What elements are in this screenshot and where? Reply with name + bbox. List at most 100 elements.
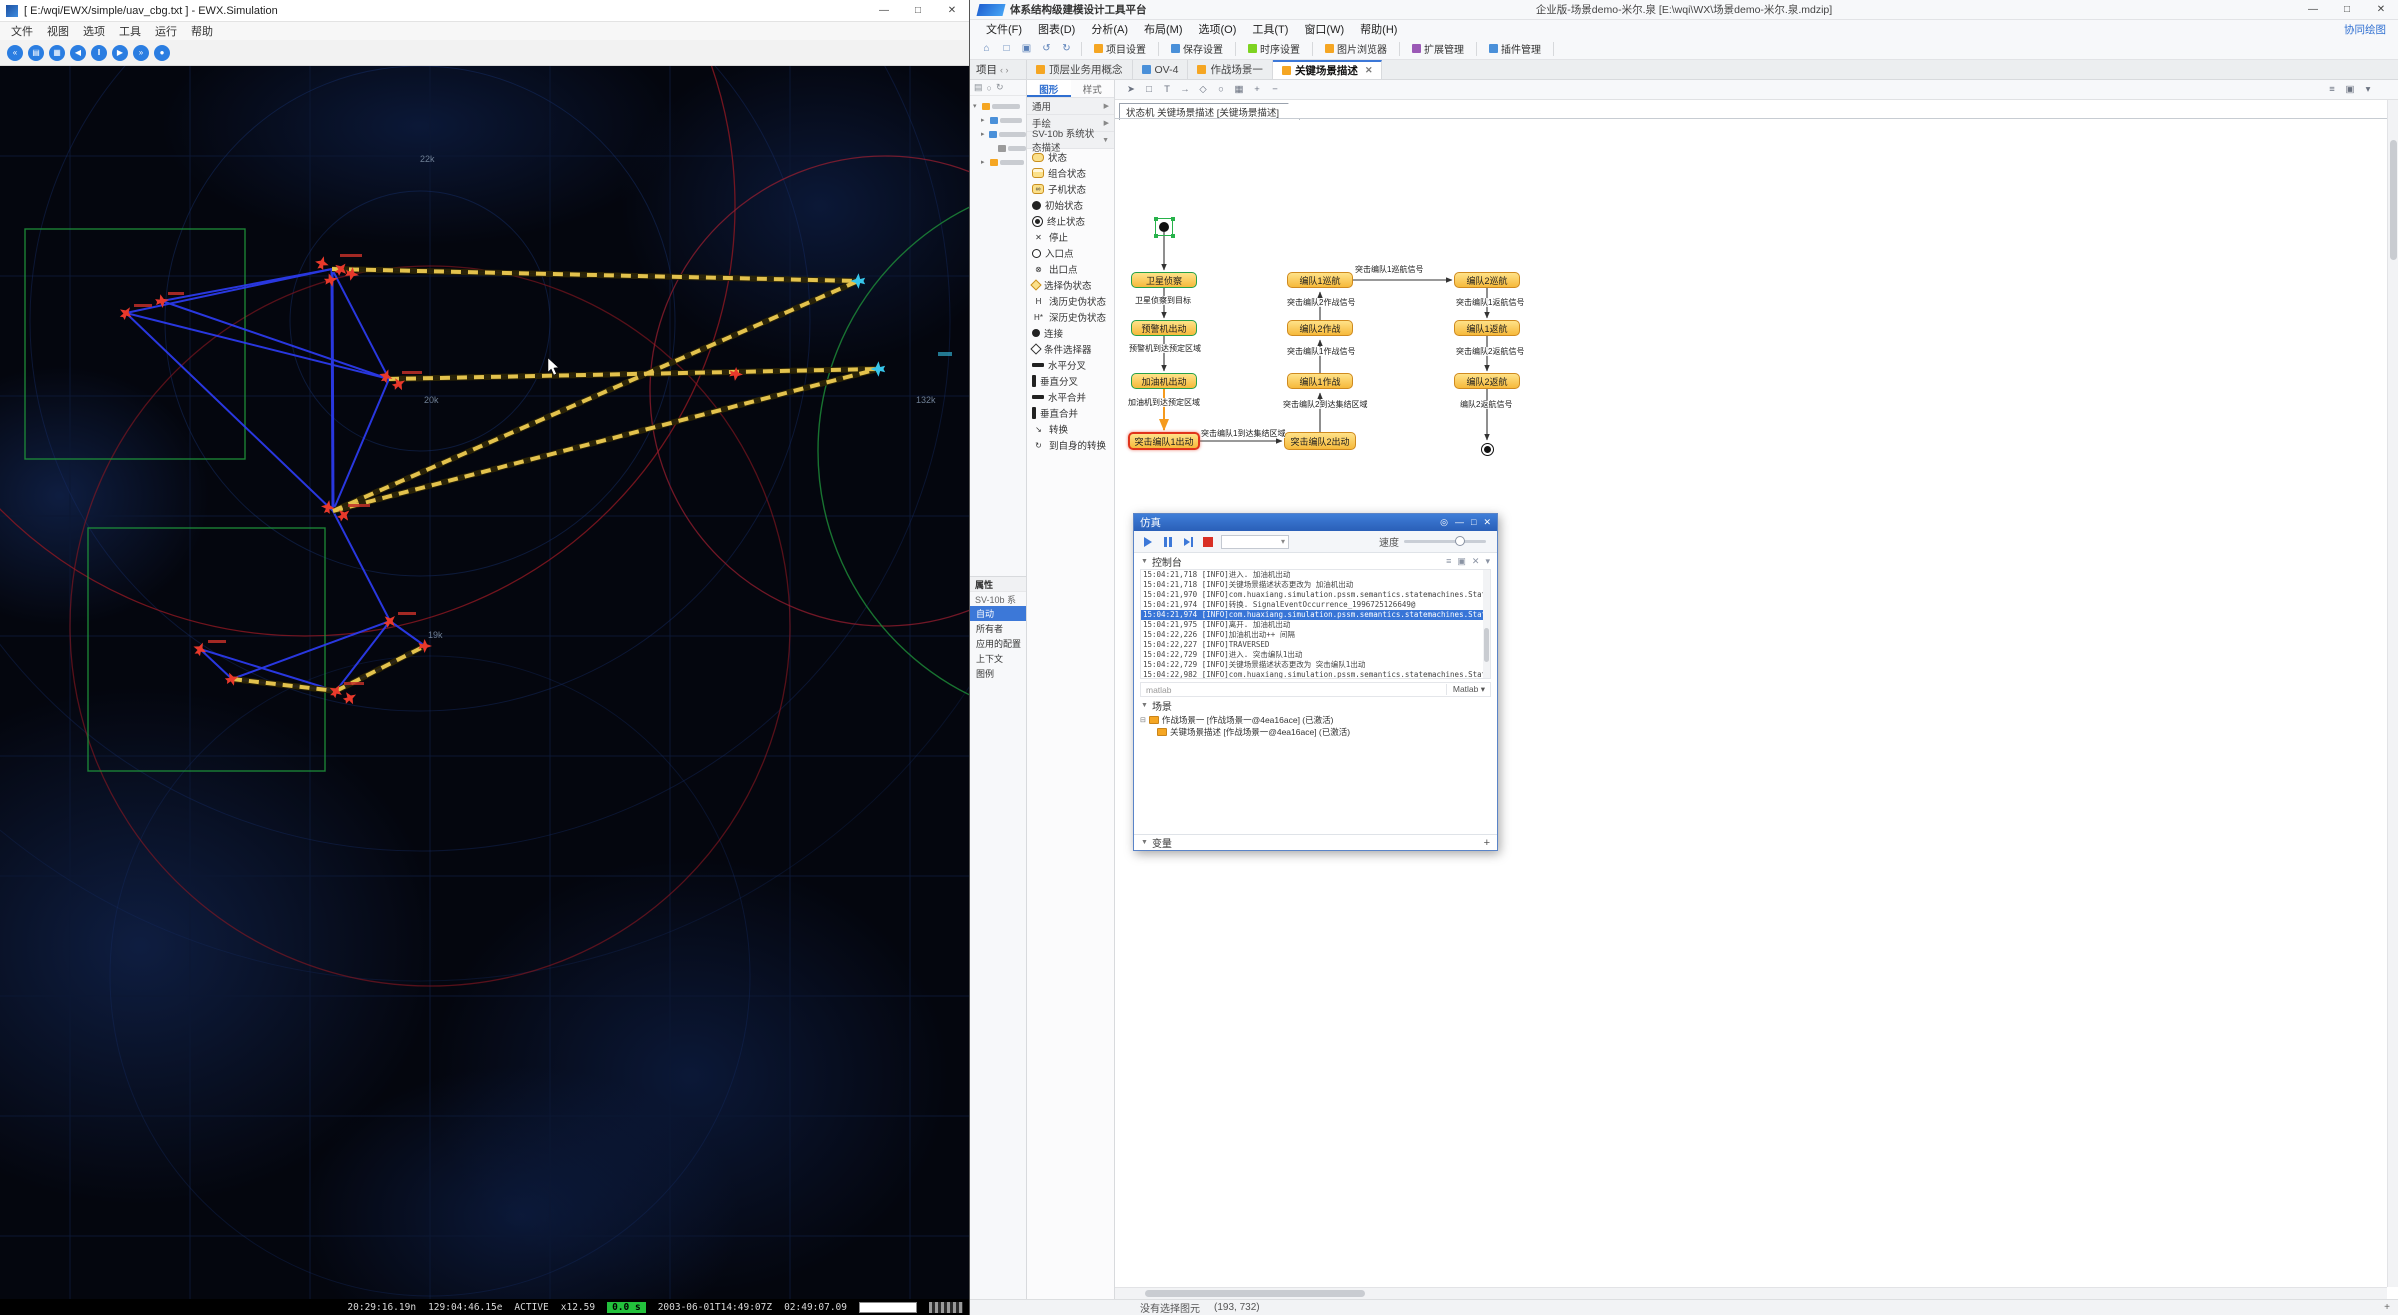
- doc-tab-3[interactable]: 关键场景描述 ✕: [1272, 60, 1383, 79]
- fast-forward-icon[interactable]: »: [133, 44, 149, 61]
- property-tab-1[interactable]: 所有者: [970, 621, 1026, 636]
- console-line[interactable]: 15:04:21,974 [INFO]com.huaxiang.simulati…: [1141, 610, 1490, 620]
- console-line[interactable]: 15:04:22,729 [INFO]关键场景描述状态更改为 突击编队1出动: [1141, 660, 1490, 670]
- menu-item[interactable]: 分析(A): [1083, 21, 1136, 37]
- palette-item-shallow-history[interactable]: H 浅历史伪状态: [1027, 293, 1114, 309]
- expander-icon[interactable]: ▾: [973, 102, 980, 110]
- diamond-tool-icon[interactable]: ◇: [1195, 82, 1211, 98]
- palette-item-exit-point[interactable]: ⊗ 出口点: [1027, 261, 1114, 277]
- tree-node-3[interactable]: [970, 141, 1026, 155]
- palette-item-choice[interactable]: 选择伪状态: [1027, 277, 1114, 293]
- status-add-icon[interactable]: +: [2384, 1302, 2398, 1313]
- menu-item[interactable]: 工具: [112, 23, 148, 39]
- property-tab-2[interactable]: 应用的配置: [970, 636, 1026, 651]
- menu-item[interactable]: 窗口(W): [1296, 21, 1352, 37]
- palette-item-fork-h[interactable]: 水平分叉: [1027, 357, 1114, 373]
- search-icon[interactable]: ○: [987, 83, 992, 93]
- console-line[interactable]: 15:04:22,729 [INFO]进入. 突击编队1出动: [1141, 650, 1490, 660]
- palette-item-condition[interactable]: 条件选择器: [1027, 341, 1114, 357]
- console-line[interactable]: 15:04:21,718 [INFO]进入. 加油机出动: [1141, 570, 1490, 580]
- sim-titlebar[interactable]: 仿真 ◎ — □ ✕: [1134, 514, 1497, 531]
- state-3[interactable]: 加油机出动: [1131, 373, 1197, 389]
- canvas-horizontal-scrollbar[interactable]: [1115, 1287, 2387, 1299]
- sim-step-icon[interactable]: [1181, 535, 1195, 549]
- close-icon[interactable]: ✕: [935, 0, 969, 22]
- palette-item-final[interactable]: 终止状态: [1027, 213, 1114, 229]
- property-tab-4[interactable]: 图例: [970, 666, 1026, 681]
- console-log[interactable]: 15:04:21,718 [INFO]进入. 加油机出动 15:04:21,718…: [1140, 569, 1491, 679]
- toolbar-icon-2[interactable]: ▣: [1018, 40, 1035, 57]
- palette-section[interactable]: SV-10b 系统状态描述 ▼: [1027, 129, 1114, 154]
- toolbar-icon-4[interactable]: ↻: [1058, 40, 1075, 57]
- zoom-out-icon[interactable]: −: [1267, 82, 1283, 98]
- maximize-icon[interactable]: □: [2330, 0, 2364, 21]
- play-icon[interactable]: ▶: [112, 44, 128, 61]
- expander-icon[interactable]: ▸: [981, 130, 987, 138]
- menu-item[interactable]: 布局(M): [1136, 21, 1191, 37]
- palette-tab-1[interactable]: 样式: [1071, 80, 1115, 97]
- state-10[interactable]: 编队1返航: [1454, 320, 1520, 336]
- expander-icon[interactable]: ▸: [981, 158, 988, 166]
- zoom-in-icon[interactable]: +: [1249, 82, 1265, 98]
- console-export-icon[interactable]: ▣: [1457, 556, 1466, 567]
- console-section-header[interactable]: ▼ 控制台 ≡ ▣ ✕ ▾: [1134, 553, 1497, 569]
- palette-item-entry-point[interactable]: 入口点: [1027, 245, 1114, 261]
- tree-node-4[interactable]: ▸: [970, 155, 1026, 169]
- scene-tree[interactable]: ⊟ 作战场景一 [作战场景一@4ea16ace] (已激活) 关键场景描述 [作战场…: [1134, 713, 1497, 739]
- state-8[interactable]: 突击编队2出动: [1284, 432, 1356, 450]
- console-scrollbar[interactable]: [1483, 570, 1490, 678]
- layout-icon[interactable]: ≡: [2324, 82, 2340, 98]
- menu-item[interactable]: 帮助(H): [1352, 21, 1405, 37]
- project-panel-header[interactable]: 项目 ‹ ›: [970, 60, 1027, 79]
- scene-tree-node-1[interactable]: 关键场景描述 [作战场景一@4ea16ace] (已激活): [1134, 726, 1497, 738]
- toolbar-icon-3[interactable]: ↺: [1038, 40, 1055, 57]
- scene-section-header[interactable]: ▼ 场景: [1134, 697, 1497, 713]
- property-tab-0[interactable]: 自动: [970, 606, 1026, 621]
- circle-tool-icon[interactable]: ○: [1213, 82, 1229, 98]
- palette-item-fork-v[interactable]: 垂直分叉: [1027, 373, 1114, 389]
- console-line[interactable]: 15:04:22,227 [INFO]TRAVERSED: [1141, 640, 1490, 650]
- state-9[interactable]: 编队2巡航: [1454, 272, 1520, 288]
- text-tool-icon[interactable]: T: [1159, 82, 1175, 98]
- scene-tree-node-0[interactable]: ⊟ 作战场景一 [作战场景一@4ea16ace] (已激活): [1134, 714, 1497, 726]
- collab-menu-item[interactable]: 协同绘图: [2344, 22, 2398, 37]
- canvas-vertical-scrollbar[interactable]: [2387, 100, 2398, 1287]
- pause-icon[interactable]: ‖: [91, 44, 107, 61]
- record-icon[interactable]: ●: [154, 44, 170, 61]
- console-line[interactable]: 15:04:21,970 [INFO]com.huaxiang.simulati…: [1141, 590, 1490, 600]
- collapse-icon[interactable]: ⊟: [1140, 716, 1146, 724]
- menu-item[interactable]: 文件(F): [978, 21, 1030, 37]
- doc-tab-2[interactable]: 作战场景一: [1188, 60, 1273, 79]
- tactical-map[interactable]: 22k 20k 19k 132k: [0, 66, 969, 1299]
- state-2[interactable]: 预警机出动: [1131, 320, 1197, 336]
- matlab-engine-select[interactable]: Matlab ▾: [1445, 684, 1485, 695]
- menu-item[interactable]: 视图: [40, 23, 76, 39]
- toolbar-button-1[interactable]: 保存设置: [1165, 40, 1229, 57]
- doc-tab-0[interactable]: 顶层业务用概念: [1027, 60, 1133, 79]
- select-tool-icon[interactable]: ➤: [1123, 82, 1139, 98]
- palette-item-initial[interactable]: 初始状态: [1027, 197, 1114, 213]
- containment-tree[interactable]: ▾ ▸ ▸ ▸: [970, 96, 1026, 576]
- palette-section[interactable]: 通用 ▶: [1027, 98, 1114, 115]
- palette-item-transition[interactable]: ↘ 转换: [1027, 421, 1114, 437]
- palette-item-terminate[interactable]: ✕ 停止: [1027, 229, 1114, 245]
- menu-item[interactable]: 选项: [76, 23, 112, 39]
- state-11[interactable]: 编队2返航: [1454, 373, 1520, 389]
- console-line[interactable]: 15:04:21,975 [INFO]离开. 加油机出动: [1141, 620, 1490, 630]
- line-tool-icon[interactable]: →: [1177, 82, 1193, 98]
- console-clear-icon[interactable]: ✕: [1472, 556, 1480, 567]
- final-state[interactable]: [1481, 443, 1494, 456]
- step-back-icon[interactable]: ◀: [70, 44, 86, 61]
- tree-node-1[interactable]: ▸: [970, 113, 1026, 127]
- palette-item-join-v[interactable]: 垂直合并: [1027, 405, 1114, 421]
- initial-state[interactable]: [1159, 222, 1169, 232]
- matlab-input[interactable]: matlab: [1146, 685, 1172, 695]
- menu-item[interactable]: 运行: [148, 23, 184, 39]
- sim-maximize-icon[interactable]: □: [1471, 517, 1476, 528]
- state-6[interactable]: 编队2作战: [1287, 320, 1353, 336]
- doc-tab-1[interactable]: OV-4: [1133, 60, 1189, 79]
- toolbar-button-2[interactable]: 时序设置: [1242, 40, 1306, 57]
- palette-item-junction[interactable]: 连接: [1027, 325, 1114, 341]
- menu-item[interactable]: 选项(O): [1191, 21, 1245, 37]
- grid-icon[interactable]: ▦: [49, 44, 65, 61]
